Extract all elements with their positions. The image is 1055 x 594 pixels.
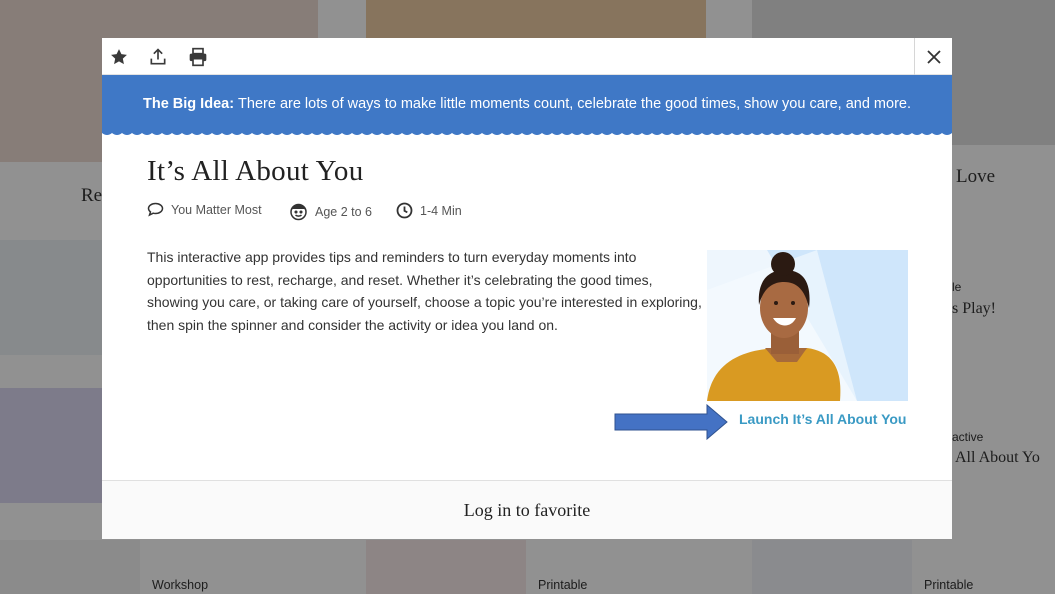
favorite-button[interactable]: [107, 45, 131, 69]
activity-thumbnail: [707, 250, 908, 401]
big-idea-text: There are lots of ways to make little mo…: [238, 96, 911, 112]
activity-title: It’s All About You: [147, 155, 364, 187]
meta-category: You Matter Most: [147, 202, 262, 217]
activity-description: This interactive app provides tips and r…: [147, 249, 702, 333]
star-icon: [111, 49, 127, 65]
duration-label: 1-4 Min: [420, 203, 462, 218]
age-label: Age 2 to 6: [315, 204, 372, 219]
login-to-favorite-label: Log in to favorite: [463, 499, 591, 520]
share-icon: [150, 48, 166, 65]
close-icon: [926, 49, 941, 64]
arrow-pointer-icon: [614, 404, 728, 440]
login-to-favorite-button[interactable]: Log in to favorite: [102, 480, 952, 539]
launch-activity-link[interactable]: Launch It’s All About You: [739, 411, 906, 427]
meta-age: Age 2 to 6: [289, 202, 372, 221]
speech-bubble-icon: [147, 202, 164, 217]
close-button[interactable]: [914, 38, 952, 75]
print-button[interactable]: [186, 45, 210, 69]
big-idea-label: The Big Idea:: [142, 96, 235, 112]
category-label: You Matter Most: [171, 202, 262, 217]
activity-modal: The Big Idea: There are lots of ways to …: [102, 38, 952, 539]
modal-toolbar: [102, 38, 952, 75]
banner-wave-edge: [102, 129, 952, 135]
child-face-icon: [290, 203, 307, 221]
clock-icon: [396, 202, 413, 219]
share-button[interactable]: [146, 45, 170, 69]
meta-duration: 1-4 Min: [396, 202, 462, 219]
print-icon: [189, 47, 207, 67]
big-idea-banner: The Big Idea: There are lots of ways to …: [102, 75, 952, 133]
